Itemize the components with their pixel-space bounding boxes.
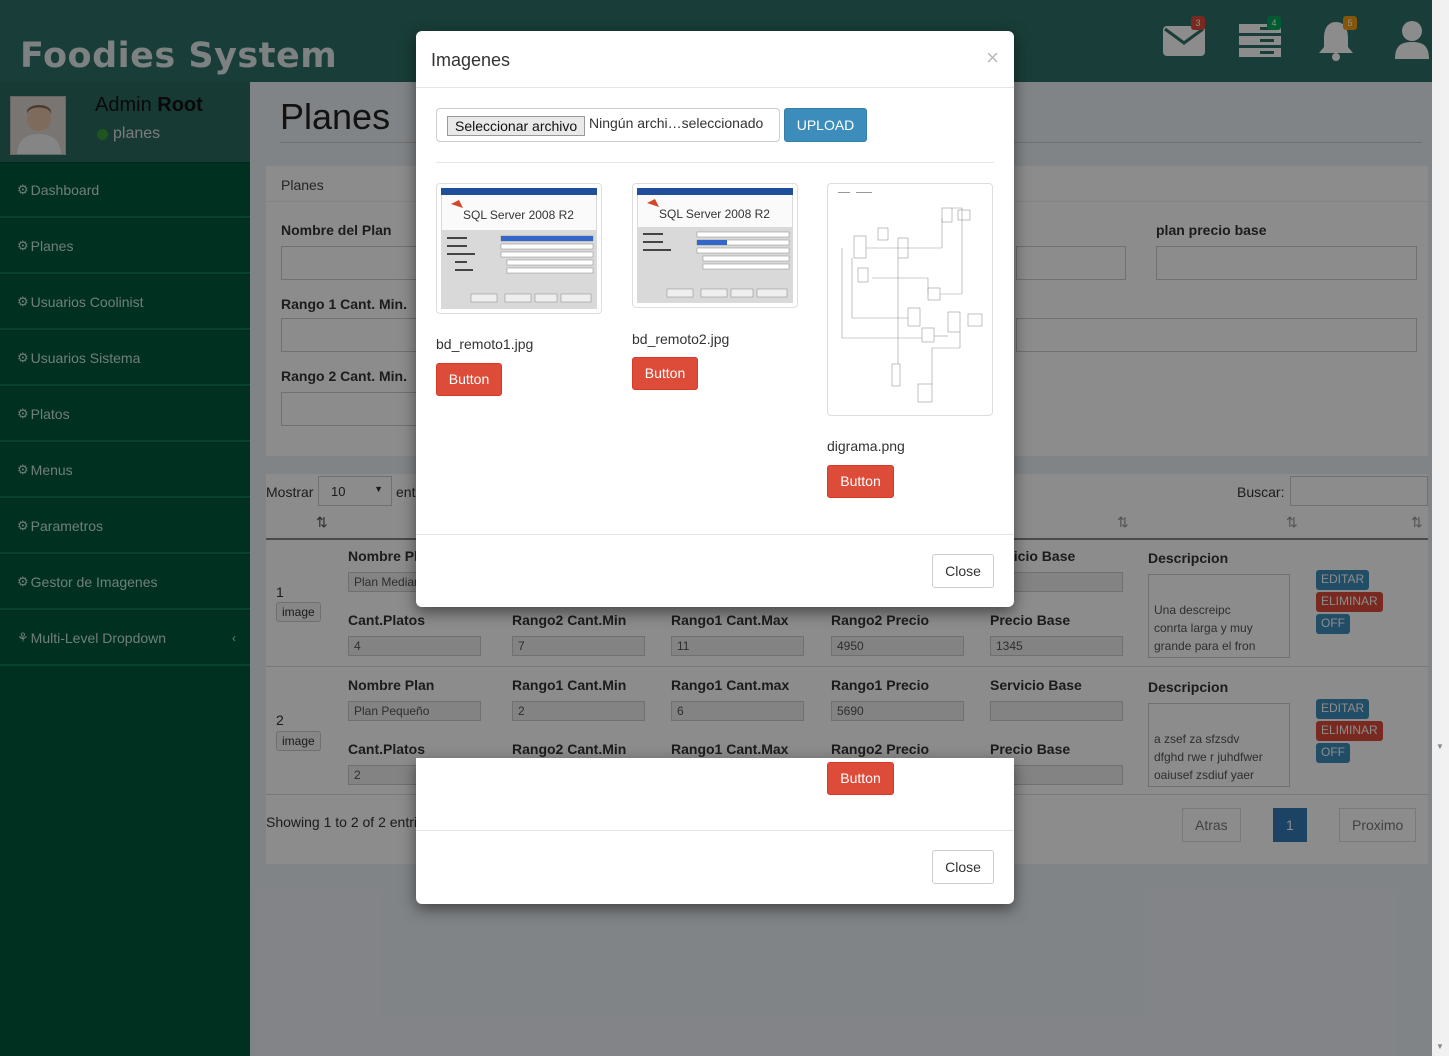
image-delete-button[interactable]: Button (632, 357, 698, 390)
image-thumbnail-1[interactable]: SQL Server 2008 R2 (436, 183, 602, 314)
scroll-down-icon[interactable]: ▼ (1436, 742, 1444, 751)
image-thumbnail-3[interactable] (827, 183, 993, 416)
close-button[interactable]: Close (932, 554, 994, 588)
scroll-down-icon[interactable]: ▼ (1436, 1042, 1444, 1051)
images-modal-bottom: Button Close (416, 758, 1014, 904)
modal-footer-divider (416, 534, 1014, 535)
close-icon[interactable]: × (986, 45, 999, 71)
image-delete-button[interactable]: Button (827, 762, 894, 795)
sql-server-screenshot-1: SQL Server 2008 R2 (441, 188, 597, 309)
modal-footer-divider (416, 830, 1014, 831)
diagram-image (832, 188, 988, 411)
image-delete-button[interactable]: Button (436, 363, 502, 396)
modal-title: Imagenes (431, 50, 511, 70)
image-filename: bd_remoto1.jpg (436, 336, 534, 352)
thumbnail-caption: SQL Server 2008 R2 (463, 208, 574, 222)
modal-header-divider (416, 87, 1014, 88)
choose-file-button[interactable]: Seleccionar archivo (447, 116, 586, 136)
thumbnail-caption: SQL Server 2008 R2 (659, 207, 770, 221)
images-modal: Imagenes × Seleccionar archivo Ningún ar… (416, 31, 1014, 607)
close-button[interactable]: Close (932, 850, 994, 884)
file-name-text: Ningún archi…seleccionado (589, 115, 764, 131)
sql-server-screenshot-2: SQL Server 2008 R2 (637, 188, 793, 303)
image-thumbnail-2[interactable]: SQL Server 2008 R2 (632, 183, 798, 308)
image-delete-button[interactable]: Button (827, 465, 894, 498)
page-scrollbar[interactable]: ▼ ▼ (1432, 0, 1449, 1056)
divider (436, 162, 994, 163)
upload-button[interactable]: UPLOAD (784, 108, 867, 142)
image-filename: bd_remoto2.jpg (632, 331, 730, 347)
file-input[interactable]: Seleccionar archivo Ningún archi…selecci… (436, 108, 780, 142)
image-filename: digrama.png (827, 438, 905, 454)
